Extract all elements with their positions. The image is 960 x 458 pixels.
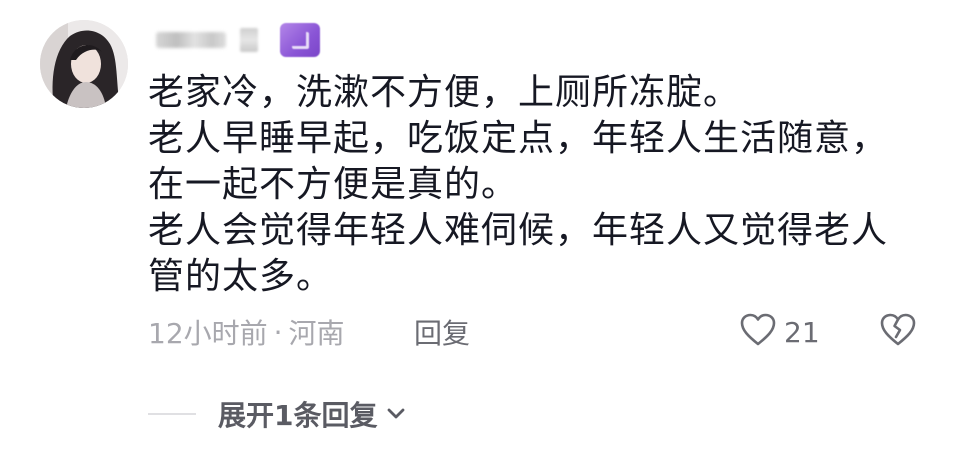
reply-button[interactable]: 回复 [414,312,470,352]
comment-line: 老人会觉得年轻人难伺候，年轻人又觉得老人 [148,210,889,251]
username[interactable] [148,23,320,57]
expand-divider [148,413,196,415]
comment-location: 河南 [288,317,345,350]
avatar-image [40,20,128,108]
broken-heart-icon [878,310,918,354]
user-badge-icon [280,23,320,57]
comment-meta: 12小时前 · 河南 [148,312,345,352]
meta-separator: · [273,315,283,349]
chevron-down-icon [383,401,409,427]
dislike-button[interactable] [876,310,920,354]
heart-outline-icon [738,310,778,354]
like-button[interactable]: 21 [738,310,820,354]
expand-replies-button[interactable]: 展开1条回复 [148,394,409,434]
like-count: 21 [784,315,820,349]
comment-line: 管的太多。 [148,256,334,297]
username-blurred-extra [240,28,258,52]
comment-item: 老家冷，洗漱不方便，上厕所冻腚。 老人早睡早起，吃饭定点，年轻人生活随意， 在一… [0,0,960,458]
comment-time: 12小时前 [148,317,268,350]
expand-replies-label: 展开1条回复 [218,399,378,432]
comment-line: 在一起不方便是真的。 [148,164,519,205]
comment-line: 老家冷，洗漱不方便，上厕所冻腚。 [148,72,741,113]
comment-line: 老人早睡早起，吃饭定点，年轻人生活随意， [148,118,889,159]
comment-text: 老家冷，洗漱不方便，上厕所冻腚。 老人早睡早起，吃饭定点，年轻人生活随意， 在一… [148,70,908,300]
avatar[interactable] [40,20,128,108]
username-blurred [156,32,226,48]
